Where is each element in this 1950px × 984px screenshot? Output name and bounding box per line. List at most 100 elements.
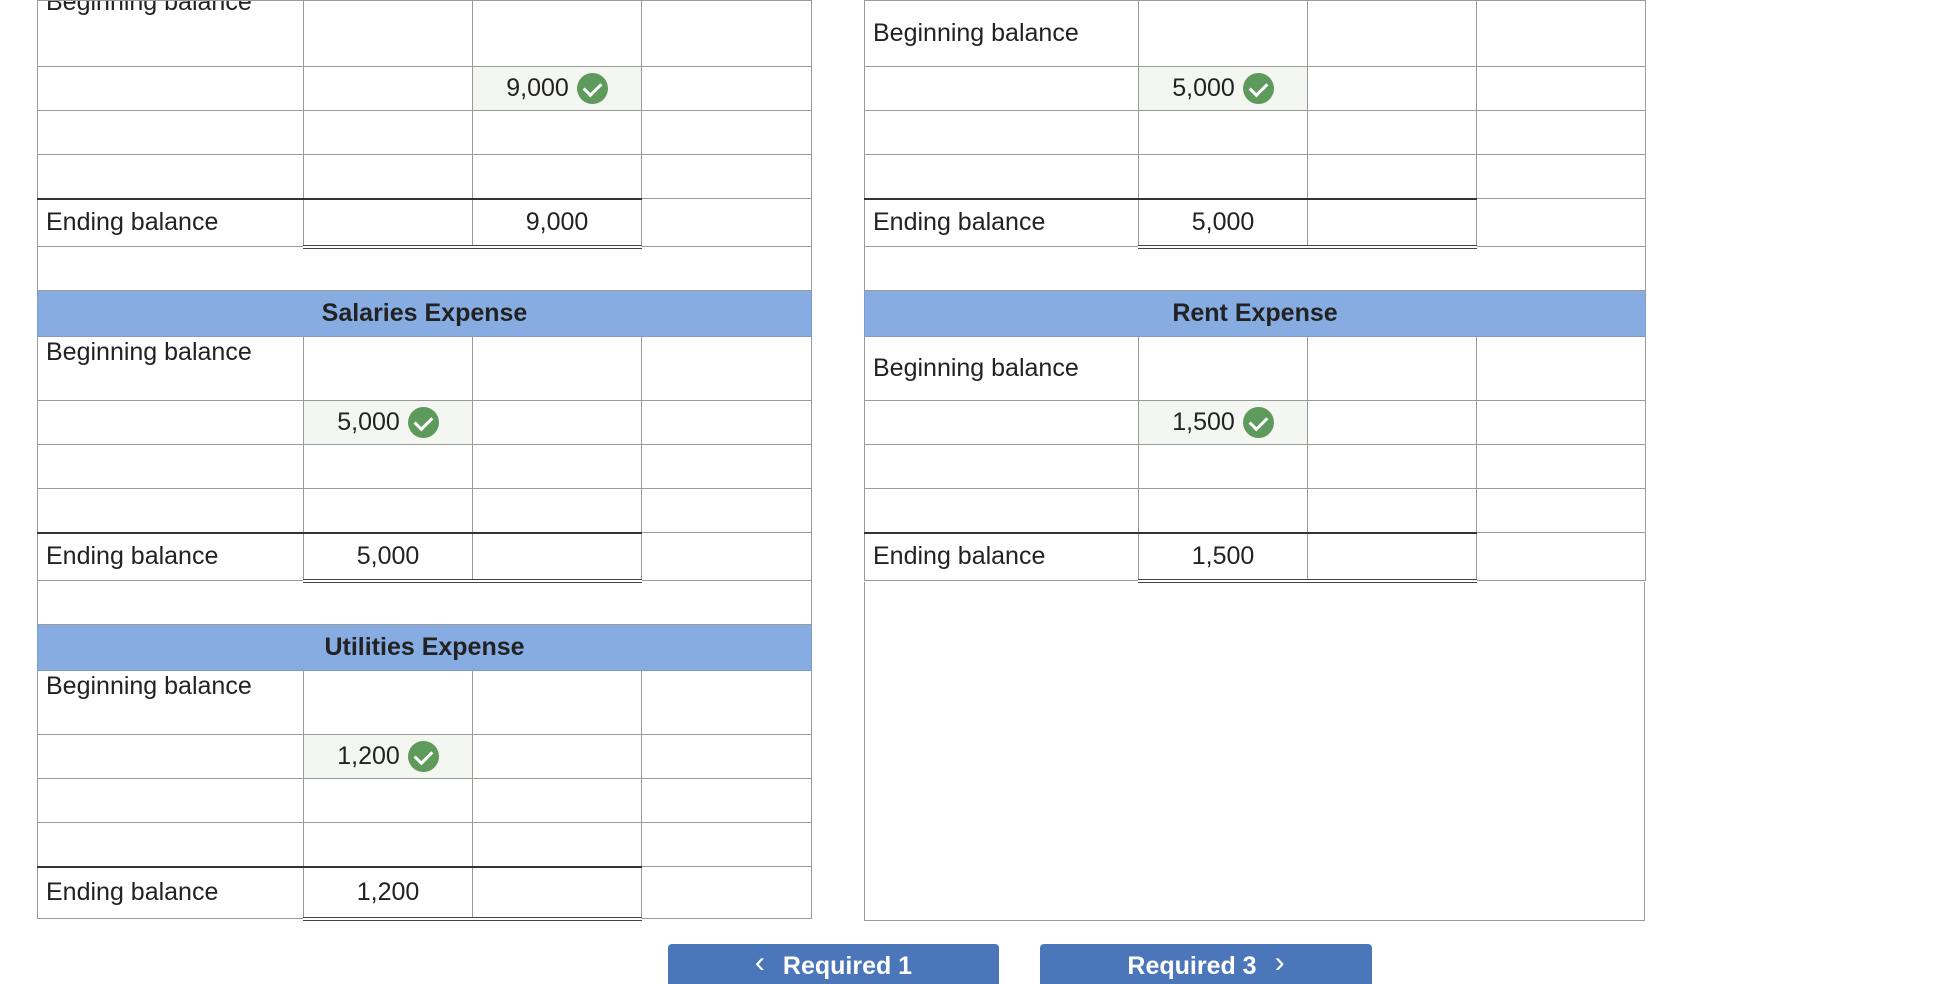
credit-input[interactable] [472,400,642,445]
debit-input[interactable] [1138,444,1308,489]
debit-input[interactable] [1138,336,1308,401]
credit-input[interactable] [1307,444,1477,489]
account-input[interactable] [37,400,304,445]
prev-required-button[interactable]: ‹ Required 1 [668,944,999,984]
account-input[interactable] [864,400,1139,445]
credit-input[interactable] [472,154,642,199]
spacer-cell [864,246,1646,291]
credit-input[interactable] [1307,66,1477,111]
spacer-cell [641,822,812,867]
debit-input[interactable] [303,488,473,533]
account-header-row: Salaries Expense [37,290,812,337]
spacer-cell [1476,198,1646,247]
credit-input[interactable] [472,488,642,533]
credit-input[interactable] [472,670,642,735]
check-icon [1242,407,1274,438]
blank-row [864,246,1646,291]
credit-input[interactable] [472,444,642,489]
entry-value: 5,000 [337,408,400,436]
next-required-button[interactable]: Required 3 › [1040,944,1372,984]
check-icon [407,407,439,438]
debit-input[interactable] [303,336,473,401]
account-input[interactable] [864,110,1139,155]
account-title: Utilities Expense [37,624,812,671]
credit-input[interactable] [472,734,642,779]
debit-input[interactable] [303,670,473,735]
ledger-row [37,110,812,155]
debit-input[interactable] [1138,110,1308,155]
account-input[interactable] [864,66,1139,111]
ledger-row [864,444,1646,489]
debit-input[interactable]: 1,500 [1138,400,1308,445]
debit-input[interactable] [1138,488,1308,533]
credit-input[interactable] [1307,154,1477,199]
account-input[interactable] [37,110,304,155]
debit-input[interactable] [303,0,473,67]
debit-input[interactable] [303,66,473,111]
debit-input[interactable]: 1,200 [303,734,473,779]
account-input[interactable] [37,444,304,489]
spacer-cell [1476,0,1646,67]
ending-balance-label: Ending balance [864,197,1139,247]
ending-row: Ending balance 1,500 [864,531,1646,583]
spacer-cell [1476,66,1646,111]
check-icon [407,741,439,772]
credit-input[interactable] [1307,0,1477,67]
ledger-row [37,822,812,867]
credit-input[interactable] [472,778,642,823]
debit-input[interactable] [303,444,473,489]
credit-input[interactable]: 9,000 [472,66,642,111]
ledger-row: 9,000 [37,66,812,111]
credit-input[interactable] [1307,488,1477,533]
debit-input[interactable] [303,778,473,823]
ledger-row [37,154,812,199]
entry-value: 5,000 [1172,74,1235,102]
left-ledger: Beginning balance 9,000 Ending balance 9… [37,0,812,921]
spacer-cell [641,734,812,779]
spacer-cell [641,670,812,735]
credit-input[interactable] [472,110,642,155]
chevron-right-icon: › [1274,946,1285,979]
ending-debit-value: 1,500 [1138,531,1308,583]
ledger-row [37,444,812,489]
credit-input[interactable] [1307,110,1477,155]
ledger-row [37,778,812,823]
ending-credit [1307,531,1477,583]
blank-row [37,246,812,291]
ledger-row: Beginning balance [864,0,1646,67]
ledger-row: Beginning balance [37,0,812,67]
spacer-cell [641,400,812,445]
account-input[interactable] [37,154,304,199]
ending-debit [303,197,473,249]
entry-value: 1,500 [1172,408,1235,436]
credit-input[interactable] [472,336,642,401]
account-title: Rent Expense [864,290,1646,337]
account-input[interactable] [37,778,304,823]
ending-row: Ending balance 1,200 [37,865,812,921]
account-input[interactable] [37,66,304,111]
account-input[interactable] [37,822,304,867]
check-icon [1242,73,1274,104]
account-header-row: Rent Expense [864,290,1646,337]
ending-balance-label: Ending balance [37,531,304,581]
account-input[interactable] [864,444,1139,489]
account-input[interactable] [37,734,304,779]
spacer-cell [641,488,812,533]
account-input[interactable] [864,488,1139,533]
credit-input[interactable] [472,0,642,67]
debit-input[interactable] [303,110,473,155]
debit-input[interactable]: 5,000 [1138,66,1308,111]
debit-input[interactable] [303,154,473,199]
credit-input[interactable] [1307,336,1477,401]
spacer-cell [641,154,812,199]
spacer-cell [641,866,812,919]
debit-input[interactable] [1138,154,1308,199]
spacer-cell [1476,154,1646,199]
debit-input[interactable]: 5,000 [303,400,473,445]
credit-input[interactable] [472,822,642,867]
credit-input[interactable] [1307,400,1477,445]
account-input[interactable] [864,154,1139,199]
account-input[interactable] [37,488,304,533]
debit-input[interactable] [1138,0,1308,67]
debit-input[interactable] [303,822,473,867]
